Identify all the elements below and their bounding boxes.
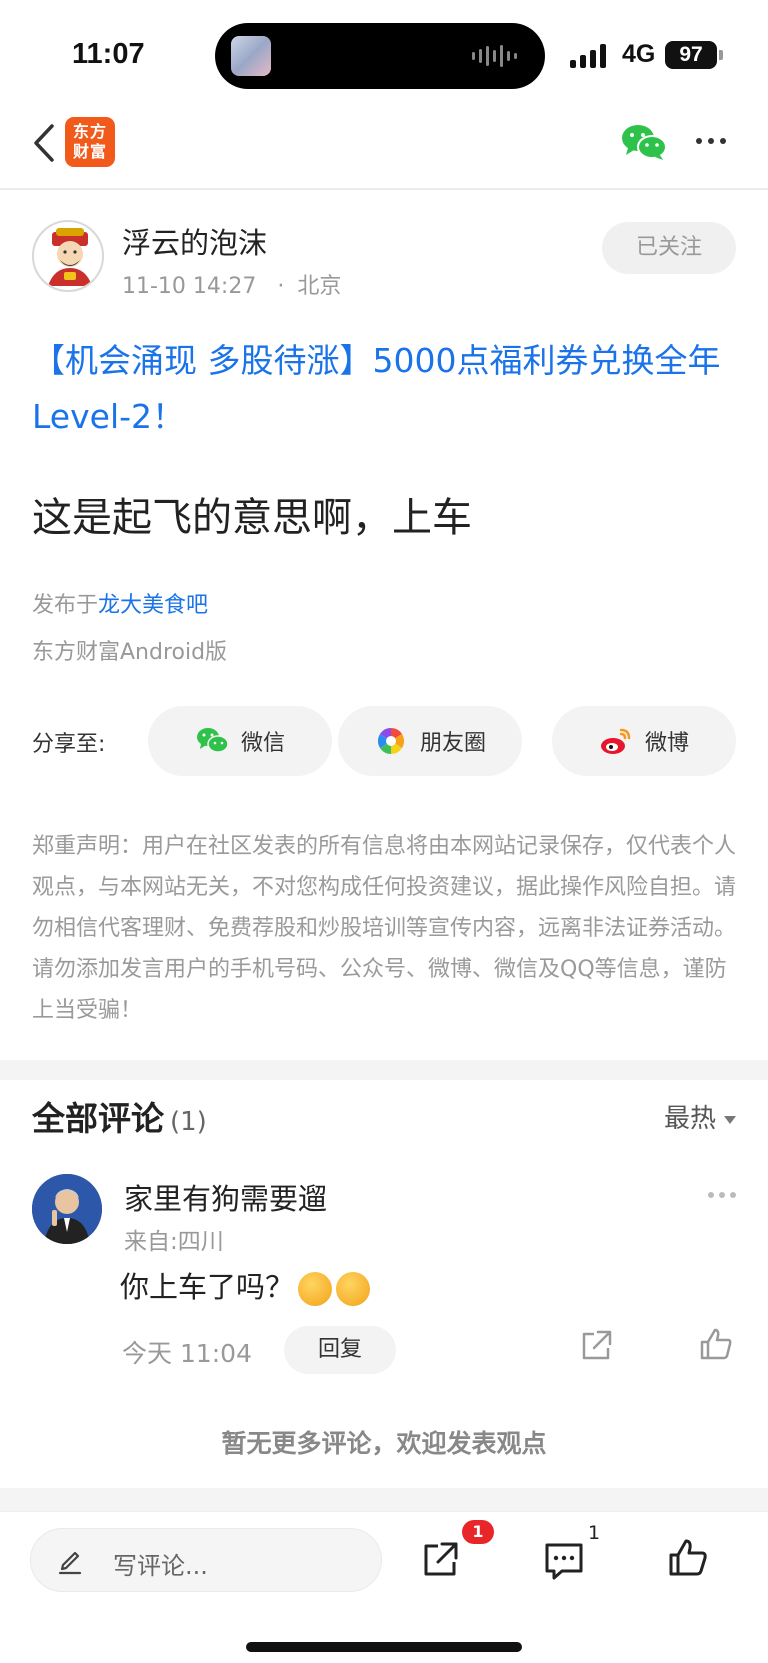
post-date: 11-10 14:27 [122, 274, 257, 299]
dynamic-island[interactable] [215, 23, 545, 89]
wechat-icon [196, 728, 229, 753]
status-bar: 11:07 4G 97 [0, 0, 768, 100]
thumbs-up-icon[interactable] [666, 1536, 710, 1580]
comment-icon[interactable] [542, 1538, 586, 1582]
now-playing-thumbnail [231, 36, 271, 76]
app-logo: 东方 财富 [65, 117, 115, 167]
post-client: 东方财富Android版 [32, 640, 228, 665]
battery-level: 97 [665, 41, 717, 69]
commenter-avatar[interactable] [32, 1174, 102, 1244]
comment-time: 今天 11:04 [122, 1339, 252, 1368]
no-more-comments: 暂无更多评论，欢迎发表观点 [221, 1429, 547, 1458]
comment-text: 你上车了吗？ [120, 1264, 371, 1306]
follow-button[interactable]: 已关注 [602, 222, 736, 274]
chevron-left-icon[interactable] [28, 120, 58, 166]
write-comment-input[interactable]: 写评论... [30, 1528, 382, 1592]
comment-item: 家里有狗需要遛 来自:四川 你上车了吗？ 今天 11:04 回复 [32, 1174, 736, 1384]
share-icon[interactable] [418, 1538, 462, 1582]
comment-count: 1 [588, 1522, 601, 1544]
signal-icon [570, 44, 606, 68]
post-source: 发布于龙大美食吧 [32, 593, 209, 618]
share-icon[interactable] [576, 1326, 616, 1366]
disclaimer-text: 郑重声明：用户在社区发表的所有信息将由本网站记录保存，仅代表个人观点，与本网站无… [32, 834, 737, 1023]
comment-more-icon[interactable] [708, 1192, 736, 1198]
commenter-name[interactable]: 家里有狗需要遛 [124, 1176, 327, 1218]
weibo-icon [600, 728, 631, 754]
thumbs-up-icon[interactable] [696, 1324, 736, 1364]
blush-emoji-icon [298, 1272, 333, 1306]
meta-separator: · [277, 274, 285, 299]
share-row: 分享至: 微信 朋友圈 微博 [32, 706, 736, 776]
sort-label: 最热 [663, 1104, 716, 1134]
audio-wave-icon [472, 43, 517, 69]
blush-emoji-icon [336, 1272, 371, 1306]
share-weibo-label: 微博 [644, 731, 689, 756]
post-location: 北京 [297, 274, 342, 299]
share-weibo-button[interactable]: 微博 [552, 706, 736, 776]
wechat-icon[interactable] [620, 122, 668, 162]
forum-link[interactable]: 龙大美食吧 [98, 593, 208, 618]
caret-down-icon [724, 1115, 736, 1124]
share-moments-label: 朋友圈 [419, 731, 486, 756]
post-meta: 11-10 14:27 · 北京 [122, 268, 341, 300]
sort-dropdown[interactable]: 最热 [664, 1098, 736, 1135]
author-name[interactable]: 浮云的泡沫 [122, 220, 267, 262]
battery-icon [719, 50, 723, 60]
home-indicator[interactable] [246, 1642, 522, 1652]
post-promo-title[interactable]: 【机会涌现 多股待涨】5000点福利券兑换全年Level-2！ [32, 333, 732, 445]
pen-icon [58, 1551, 82, 1575]
share-wechat-label: 微信 [240, 731, 285, 756]
author-header: 浮云的泡沫 11-10 14:27 · 北京 已关注 [32, 220, 736, 300]
network-type: 4G [622, 40, 656, 68]
person-avatar-icon [32, 1174, 102, 1244]
reply-button[interactable]: 回复 [284, 1326, 396, 1374]
top-nav-bar: 东方 财富 [0, 100, 768, 190]
comments-title: 全部评论 [32, 1099, 164, 1138]
author-avatar[interactable] [32, 220, 104, 292]
share-moments-button[interactable]: 朋友圈 [338, 706, 522, 776]
caishen-avatar-icon [48, 228, 92, 286]
bottom-action-bar: 写评论... 1 1 [0, 1511, 768, 1663]
section-divider [0, 1060, 768, 1080]
more-icon[interactable] [696, 138, 726, 144]
commenter-location: 来自:四川 [124, 1229, 224, 1255]
moments-icon [377, 727, 405, 755]
section-divider [0, 1488, 768, 1511]
comments-count: (1) [170, 1107, 207, 1137]
share-label: 分享至: [32, 732, 106, 757]
comments-header: 全部评论 (1) 最热 [32, 1092, 736, 1142]
share-badge: 1 [462, 1520, 494, 1544]
status-time: 11:07 [72, 38, 145, 70]
post-body: 这是起飞的意思啊，上车 [32, 495, 472, 541]
comment-input-placeholder: 写评论... [113, 1552, 208, 1580]
share-wechat-button[interactable]: 微信 [148, 706, 332, 776]
